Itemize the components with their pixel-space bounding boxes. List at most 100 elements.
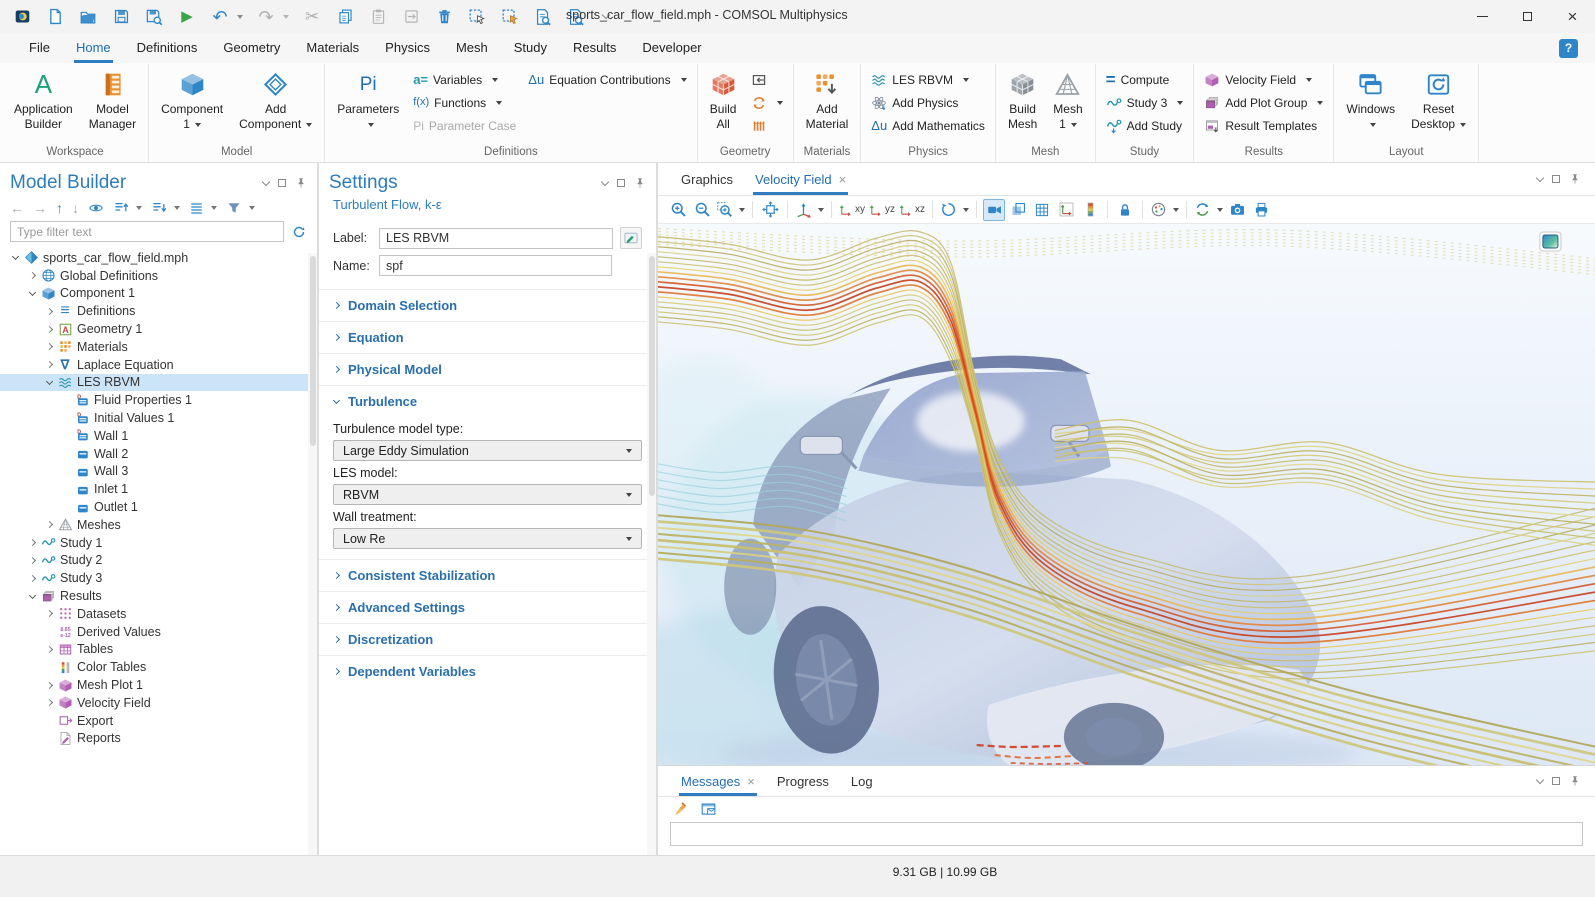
expand-all-button[interactable] [151, 200, 180, 216]
expand-icon[interactable] [28, 557, 35, 564]
menu-item-geometry[interactable]: Geometry [210, 33, 293, 63]
tree-node-datasets[interactable]: Datasets [0, 605, 317, 623]
tab-graphics[interactable]: Graphics [670, 163, 744, 195]
ribbon-button-windows[interactable]: Windows [1339, 64, 1402, 145]
scene-light-button[interactable] [983, 199, 1005, 221]
ribbon-button-fence[interactable] [746, 115, 788, 136]
delete-button[interactable] [434, 7, 454, 27]
new-file-button[interactable] [45, 7, 65, 27]
panel-menu-icon[interactable] [1536, 775, 1544, 783]
ribbon-button-add-physics[interactable]: Add Physics [866, 92, 990, 113]
menu-item-developer[interactable]: Developer [629, 33, 714, 63]
run-button[interactable]: ▶ [177, 7, 197, 27]
lock-view-button[interactable] [1114, 199, 1136, 221]
expand-icon[interactable] [28, 272, 35, 279]
select-les-model[interactable]: RBVM [333, 484, 642, 505]
help-button[interactable]: ? [1559, 39, 1578, 58]
expand-icon[interactable] [45, 681, 52, 688]
zoom-box-button[interactable] [715, 199, 746, 221]
tree-node-velocity-field[interactable]: Velocity Field [0, 694, 317, 712]
tree-node-definitions[interactable]: ≡Definitions [0, 302, 317, 320]
ribbon-button-add-mathematics[interactable]: ΔuAdd Mathematics [866, 115, 990, 136]
expand-icon[interactable] [45, 521, 52, 528]
tab-messages[interactable]: Messages× [670, 766, 766, 796]
tree-node-tables[interactable]: Tables [0, 641, 317, 659]
menu-item-mesh[interactable]: Mesh [443, 33, 501, 63]
panel-menu-icon[interactable] [262, 177, 270, 185]
undo-button[interactable]: ↶ [210, 7, 230, 27]
save-as-button[interactable] [144, 7, 164, 27]
redo-button[interactable]: ↷ [256, 7, 276, 27]
panel-pin-icon[interactable] [1569, 775, 1581, 787]
rename-button[interactable] [620, 227, 642, 249]
tree-node-initial-values-1[interactable]: Initial Values 1 [0, 409, 317, 427]
copy-button[interactable] [335, 7, 355, 27]
tree-node-inlet-1[interactable]: Inlet 1 [0, 480, 317, 498]
panel-pin-icon[interactable] [634, 177, 646, 189]
ribbon-button-functions[interactable]: f(x)Functions [408, 92, 521, 113]
tree-node-wall-2[interactable]: Wall 2 [0, 445, 317, 463]
section-turbulence[interactable]: Turbulence [319, 385, 656, 417]
paste-button[interactable] [368, 7, 388, 27]
expand-icon[interactable] [45, 699, 52, 706]
menu-item-home[interactable]: Home [63, 33, 124, 63]
ribbon-button-result-templates[interactable]: Result Templates [1199, 115, 1328, 136]
tree-node-export[interactable]: Export [0, 712, 317, 730]
tree-node-component-1[interactable]: Component 1 [0, 285, 317, 303]
open-file-button[interactable] [78, 7, 98, 27]
scene-update-button[interactable] [1193, 199, 1224, 221]
section-domain-selection[interactable]: Domain Selection [319, 289, 656, 321]
ribbon-button-mesh-1[interactable]: Mesh1 [1046, 64, 1089, 145]
ribbon-button-variables[interactable]: a=Variables [408, 69, 521, 90]
panel-float-icon[interactable] [617, 179, 625, 187]
print-button[interactable] [1250, 199, 1272, 221]
ribbon-button-parameter-case[interactable]: PiParameter Case [408, 115, 521, 136]
close-tab-icon[interactable]: × [839, 173, 847, 186]
tree-node-les-rbvm[interactable]: LES RBVM [0, 374, 317, 392]
panel-menu-icon[interactable] [601, 177, 609, 185]
ribbon-button-study-3[interactable]: Study 3 [1101, 92, 1189, 113]
find-button[interactable] [533, 7, 553, 27]
tree-node-mesh-plot-1[interactable]: Mesh Plot 1 [0, 676, 317, 694]
tab-log[interactable]: Log [840, 766, 884, 796]
move-up-button[interactable]: ↑ [56, 201, 63, 215]
move-down-button[interactable]: ↓ [72, 201, 79, 215]
collapse-icon[interactable] [45, 378, 52, 385]
tree-node-study-1[interactable]: Study 1 [0, 534, 317, 552]
zoom-out-button[interactable] [691, 199, 713, 221]
graphics-canvas[interactable] [658, 224, 1595, 765]
nav-forward-button[interactable]: → [33, 201, 47, 215]
ribbon-button-add-material[interactable]: AddMaterial [799, 64, 856, 145]
ribbon-button-build-all[interactable]: BuildAll [703, 64, 744, 145]
tree-node-derived-values[interactable]: Derived Values [0, 623, 317, 641]
tree-node-outlet-1[interactable]: Outlet 1 [0, 498, 317, 516]
menu-item-physics[interactable]: Physics [372, 33, 443, 63]
expand-icon[interactable] [45, 343, 52, 350]
save-button[interactable] [111, 7, 131, 27]
tree-node-fluid-properties-1[interactable]: Fluid Properties 1 [0, 391, 317, 409]
cut-button[interactable]: ✂ [302, 7, 322, 27]
show-options-button[interactable] [88, 200, 104, 216]
expand-icon[interactable] [28, 575, 35, 582]
section-dependent-variables[interactable]: Dependent Variables [319, 655, 656, 687]
nav-back-button[interactable]: ← [10, 201, 24, 215]
panel-float-icon[interactable] [1552, 777, 1560, 785]
menu-item-file[interactable]: File [16, 33, 63, 63]
panel-float-icon[interactable] [278, 179, 286, 187]
tree-node-materials[interactable]: Materials [0, 338, 317, 356]
ribbon-button-parameters[interactable]: PiParameters [330, 64, 406, 145]
ribbon-button-les-rbvm[interactable]: LES RBVM [866, 69, 990, 90]
go-to-view-button[interactable] [794, 199, 825, 221]
show-axes-button[interactable] [1055, 199, 1077, 221]
ribbon-button-equation-contributions[interactable]: ΔuEquation Contributions [523, 69, 691, 90]
menu-item-materials[interactable]: Materials [293, 33, 372, 63]
collapse-all-button[interactable] [113, 200, 142, 216]
tree-node-sports-car-flow-field-mph[interactable]: sports_car_flow_field.mph [0, 249, 317, 267]
tree-node-study-3[interactable]: Study 3 [0, 569, 317, 587]
image-settings-button[interactable] [1149, 199, 1180, 221]
name-field[interactable]: spf [379, 255, 612, 276]
refresh-icon[interactable] [291, 224, 307, 240]
ribbon-button-add-study[interactable]: Add Study [1101, 115, 1189, 136]
filter-button[interactable] [226, 200, 255, 216]
tree-node-wall-1[interactable]: Wall 1 [0, 427, 317, 445]
